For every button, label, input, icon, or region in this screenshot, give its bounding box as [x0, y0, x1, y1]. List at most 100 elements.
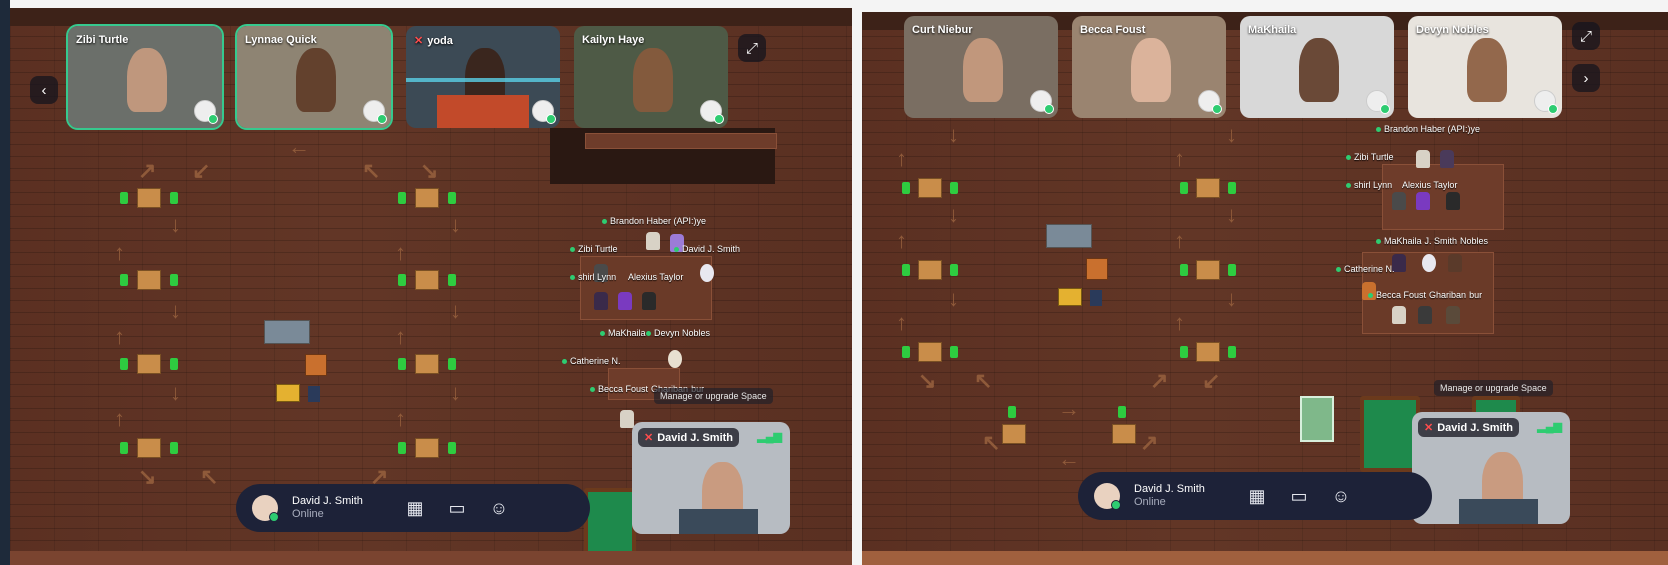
- player-label: MaKhaila J. Smith Nobles: [1376, 236, 1488, 246]
- chair: [1008, 406, 1016, 418]
- avatar: [620, 410, 634, 428]
- player-label: Devyn Nobles: [646, 328, 710, 338]
- divider: [852, 0, 862, 565]
- online-indicator: [377, 114, 387, 124]
- tile-name: MaKhaila: [1248, 24, 1297, 36]
- player-label: Catherine N.: [562, 356, 621, 366]
- video-tile-kailyn-haye[interactable]: Kailyn Haye: [574, 26, 728, 128]
- prev-tiles-button[interactable]: ‹: [30, 76, 58, 104]
- shirt: [1459, 499, 1539, 524]
- floor-arrow: ↑: [896, 146, 907, 171]
- avatar[interactable]: [252, 495, 279, 522]
- floor-arrow: ↑: [114, 240, 125, 265]
- left-space-view: Zibi Turtle Lynnae Quick ✕ yoda Kailyn Ha…: [10, 8, 852, 565]
- chair: [170, 442, 178, 454]
- player-label: Alexius Taylor: [1402, 180, 1458, 190]
- floor-arrow: ↘: [420, 158, 439, 183]
- mic-off-icon: ✕: [1424, 422, 1434, 434]
- table: [415, 188, 439, 208]
- table: [137, 354, 161, 374]
- screen-share-icon[interactable]: ▭: [1285, 486, 1313, 507]
- user-info[interactable]: David J. Smith Online: [1134, 483, 1229, 509]
- participant-video: [962, 38, 1003, 102]
- table: [1196, 260, 1220, 280]
- window-edge: [0, 0, 10, 565]
- table: [1112, 424, 1136, 444]
- avatar: [642, 292, 656, 310]
- avatar: [1416, 150, 1430, 168]
- floor-arrow: ↖: [974, 368, 993, 393]
- floor-arrow: ↓: [1226, 286, 1237, 311]
- chair: [448, 358, 456, 370]
- floor-arrow: ↓: [1226, 202, 1237, 227]
- manage-space-tooltip[interactable]: Manage or upgrade Space: [1434, 380, 1553, 396]
- floor-arrow: ↓: [170, 212, 181, 237]
- whiteboard[interactable]: [1046, 224, 1092, 248]
- chair: [120, 192, 128, 204]
- video-tile-makhaila[interactable]: MaKhaila: [1240, 16, 1394, 118]
- video-tile-lynnae-quick[interactable]: Lynnae Quick: [235, 24, 393, 130]
- map-icon[interactable]: ▦: [401, 498, 429, 519]
- floor-arrow: ↓: [948, 202, 959, 227]
- user-info[interactable]: David J. Smith Online: [292, 495, 387, 521]
- player-label: Zibi Turtle: [570, 244, 618, 254]
- video-tile-yoda[interactable]: ✕ yoda: [406, 26, 560, 128]
- desk: [1058, 288, 1082, 306]
- video-tile-becca-foust[interactable]: Becca Foust: [1072, 16, 1226, 118]
- video-tile-curt-niebur[interactable]: Curt Niebur: [904, 16, 1058, 118]
- emoji-icon[interactable]: ☺: [1327, 486, 1355, 507]
- floor-arrow: ↓: [948, 122, 959, 147]
- floor-arrow: ↓: [170, 380, 181, 405]
- floor-arrow: ↓: [450, 212, 461, 237]
- chair: [902, 264, 910, 276]
- wall: [10, 8, 852, 26]
- money-machine[interactable]: [1300, 396, 1334, 442]
- next-tiles-button[interactable]: ›: [1572, 64, 1600, 92]
- online-indicator: [546, 114, 556, 124]
- expand-icon: ⤢: [1579, 27, 1592, 45]
- floor-arrow: ↗: [1140, 430, 1159, 455]
- video-tile-zibi-turtle[interactable]: Zibi Turtle: [66, 24, 224, 130]
- chair: [950, 346, 958, 358]
- table: [137, 438, 161, 458]
- avatar[interactable]: [1094, 483, 1121, 510]
- user-name: David J. Smith: [1134, 483, 1205, 495]
- floor-arrow: ↑: [1174, 146, 1185, 171]
- table: [1196, 178, 1220, 198]
- signal-icon: ▂▄▆: [1537, 421, 1562, 433]
- tile-name: ✕ yoda: [414, 34, 453, 48]
- map-icon[interactable]: ▦: [1243, 486, 1271, 507]
- manage-space-tooltip[interactable]: Manage or upgrade Space: [654, 388, 773, 404]
- avatar: [1392, 192, 1406, 210]
- emoji-icon[interactable]: ☺: [485, 498, 513, 519]
- floor-arrow: ↗: [138, 158, 157, 183]
- user-status: Online: [292, 508, 324, 520]
- chair: [170, 274, 178, 286]
- floor-arrow: ↖: [362, 158, 381, 183]
- expand-button[interactable]: ⤢: [1572, 22, 1600, 50]
- chair: [448, 274, 456, 286]
- player-label: Alexius Taylor: [628, 272, 684, 282]
- chair: [1228, 264, 1236, 276]
- self-video-view[interactable]: ✕ David J. Smith ▂▄▆: [632, 422, 790, 534]
- online-indicator: [1044, 104, 1054, 114]
- table: [415, 438, 439, 458]
- light-strip: [406, 78, 560, 82]
- tile-name: Lynnae Quick: [245, 34, 317, 46]
- video-tile-devyn-nobles[interactable]: Devyn Nobles: [1408, 16, 1562, 118]
- chair: [448, 442, 456, 454]
- chair: [398, 192, 406, 204]
- avatar: [1418, 306, 1432, 324]
- floor-arrow: ←: [288, 134, 310, 159]
- floor-edge: [10, 551, 852, 565]
- expand-button[interactable]: ⤢: [738, 34, 766, 62]
- floor-arrow: ↖: [982, 430, 1001, 455]
- pool-table: [1360, 396, 1420, 472]
- whiteboard[interactable]: [264, 320, 310, 344]
- chair: [950, 182, 958, 194]
- shirt: [436, 95, 530, 128]
- screen-share-icon[interactable]: ▭: [443, 498, 471, 519]
- avatar: [1392, 306, 1406, 324]
- self-video-view[interactable]: ✕ David J. Smith ▂▄▆: [1412, 412, 1570, 524]
- floor-arrow: ↑: [114, 324, 125, 349]
